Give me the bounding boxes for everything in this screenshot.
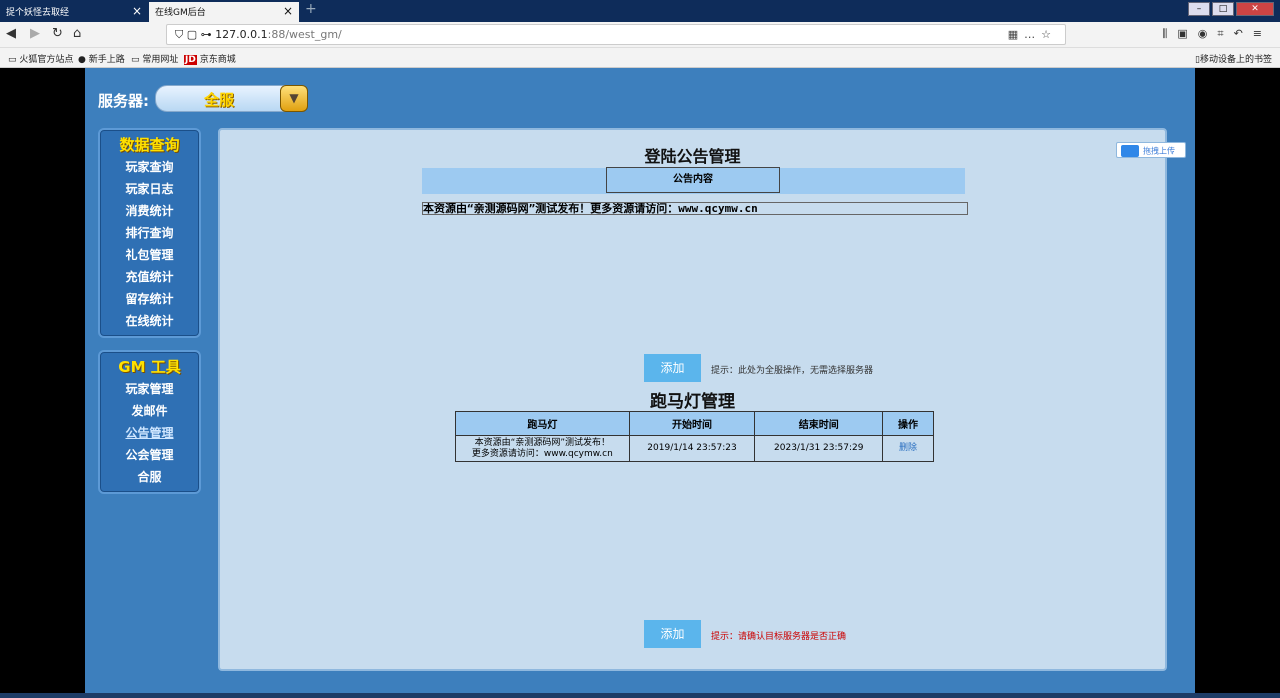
toolbar-icons: ⫼▣◉⌗↶≡ [1162,27,1272,41]
bookmark-label: 常用网址 [142,55,179,65]
more-icon[interactable]: … [1024,28,1041,41]
marquee-title: 跑马灯管理 [650,392,735,412]
start-time-cell: 2019/1/14 23:57:23 [628,435,756,462]
marquee-text-cell: 本资源由“亲测源码网”测试发布！ 更多资源请访问：www.qcymw.cn [455,435,630,462]
browser-tab-1[interactable]: 捉个妖怪去取经 × [0,2,148,22]
marquee-table: 跑马灯 开始时间 结束时间 操作 本资源由“亲测源码网”测试发布！ 更多资源请访问… [455,411,934,462]
bookmark-label: 移动设备上的书签 [1199,55,1272,65]
menu-title: GM 工具 [118,358,181,376]
bookmark-item[interactable]: ● 新手上路 [78,52,125,65]
menu-item-recharge[interactable]: 充值统计 [100,266,199,288]
qr-icon[interactable]: ▦ [1008,28,1024,41]
menu-item-gift[interactable]: 礼包管理 [100,244,199,266]
add-notice-button[interactable]: 添加 [644,354,701,382]
server-selected-value: 全服 [204,91,235,109]
col-header: 开始时间 [628,411,756,436]
undo-icon[interactable]: ↶ [1234,27,1253,40]
url-bar[interactable]: ⛉ ▢ ⊶ 127.0.0.1:88/west_gm/ ▦…☆ [166,24,1066,45]
menu-item-player-log[interactable]: 玩家日志 [100,178,199,200]
menu-item-player-manage[interactable]: 玩家管理 [100,378,199,400]
bookmark-label: 新手上路 [88,55,125,65]
url-host: 127.0.0.1 [215,28,268,41]
col-header: 结束时间 [754,411,884,436]
bookmark-label: 火狐官方站点 [19,55,74,65]
shield-icon: ⛉ ▢ ⊶ [175,28,216,41]
gm-page: 服务器: 全服 ▼ 数据查询 玩家查询 玩家日志 消费统计 排行查询 礼包管理 … [85,68,1195,693]
login-notice-title: 登陆公告管理 [644,147,741,166]
menu-item-ranking[interactable]: 排行查询 [100,222,199,244]
menu-item-merge-server[interactable]: 合服 [100,466,199,488]
notice-column-header: 公告内容 [606,167,780,193]
close-icon[interactable]: × [132,4,142,18]
reload-icon[interactable]: ↻ [52,26,63,41]
notice-hint: 提示：此处为全服操作，无需选择服务器 [711,366,874,376]
end-time-cell: 2023/1/31 23:57:29 [754,435,884,462]
close-icon[interactable]: × [283,4,293,18]
notice-content-field[interactable]: 本资源由“亲测源码网”测试发布！更多资源请访问：www.qcymw.cn [422,202,968,215]
col-header: 跑马灯 [455,411,630,436]
menu-title: 数据查询 [119,136,180,154]
url-path: :88/west_gm/ [267,28,342,41]
menu-item-online[interactable]: 在线统计 [100,310,199,332]
back-icon[interactable]: ◀ [6,26,16,41]
server-select[interactable]: 全服 ▼ [155,85,308,112]
col-header: 操作 [882,411,934,436]
bookmarks-bar: ▭ 火狐官方站点 ● 新手上路 ▭ 常用网址 JD 京东商城 ▯移动设备上的书签 [0,48,1280,68]
browser-nav-bar: ◀ ▶ ↻ ⌂ ⛉ ▢ ⊶ 127.0.0.1:88/west_gm/ ▦…☆ … [0,22,1280,48]
menu-item-notice-manage[interactable]: 公告管理 [100,422,199,444]
menu-icon[interactable]: ≡ [1253,27,1272,40]
tab-title: 在线GM后台 [155,8,206,18]
tab-title: 捉个妖怪去取经 [6,8,70,18]
url-actions: ▦…☆ [1008,28,1057,41]
menu-item-retention[interactable]: 留存统计 [100,288,199,310]
window-close-icon[interactable]: ✕ [1236,2,1274,16]
main-content: 拖拽上传 登陆公告管理 公告内容 本资源由“亲测源码网”测试发布！更多资源请访问… [218,128,1186,671]
bookmark-label: 京东商城 [199,55,236,65]
bookmark-item[interactable]: ▭ 常用网址 [131,52,178,65]
delete-link[interactable]: 删除 [882,435,934,462]
minimize-icon[interactable]: – [1188,2,1210,16]
menu-data-query: 数据查询 玩家查询 玩家日志 消费统计 排行查询 礼包管理 充值统计 留存统计 … [98,128,201,338]
crop-icon[interactable]: ⌗ [1217,27,1233,40]
new-tab-icon[interactable]: + [305,1,317,17]
home-icon[interactable]: ⌂ [73,26,81,41]
browser-tab-2[interactable]: 在线GM后台 × [149,2,299,22]
add-marquee-button[interactable]: 添加 [644,620,701,648]
menu-item-consume-stats[interactable]: 消费统计 [100,200,199,222]
bookmark-item[interactable]: ▭ 火狐官方站点 [8,52,73,65]
server-label: 服务器: [98,92,149,110]
menu-item-send-mail[interactable]: 发邮件 [100,400,199,422]
browser-tab-bar: 捉个妖怪去取经 × 在线GM后台 × + – □ ✕ [0,0,1280,22]
mobile-bookmarks[interactable]: ▯移动设备上的书签 [1195,52,1272,65]
marquee-text-line: 本资源由“亲测源码网”测试发布！ [474,437,610,448]
menu-gm-tools: GM 工具 玩家管理 发邮件 公告管理 公会管理 合服 [98,350,201,494]
menu-item-guild-manage[interactable]: 公会管理 [100,444,199,466]
chevron-down-icon[interactable]: ▼ [280,85,308,112]
star-icon[interactable]: ☆ [1041,28,1057,41]
menu-item-player-query[interactable]: 玩家查询 [100,156,199,178]
account-icon[interactable]: ◉ [1198,27,1218,40]
marquee-hint: 提示：请确认目标服务器是否正确 [711,632,847,642]
sidebar-icon[interactable]: ▣ [1177,27,1197,40]
forward-icon[interactable]: ▶ [30,26,40,41]
marquee-text-line: 更多资源请访问：www.qcymw.cn [471,448,613,459]
os-taskbar [0,693,1280,698]
bookmark-item[interactable]: JD 京东商城 [184,52,236,65]
library-icon[interactable]: ⫼ [1162,27,1177,40]
maximize-icon[interactable]: □ [1212,2,1234,16]
table-row: 本资源由“亲测源码网”测试发布！ 更多资源请访问：www.qcymw.cn 201… [455,435,934,462]
window-controls: – □ ✕ [1188,2,1274,16]
